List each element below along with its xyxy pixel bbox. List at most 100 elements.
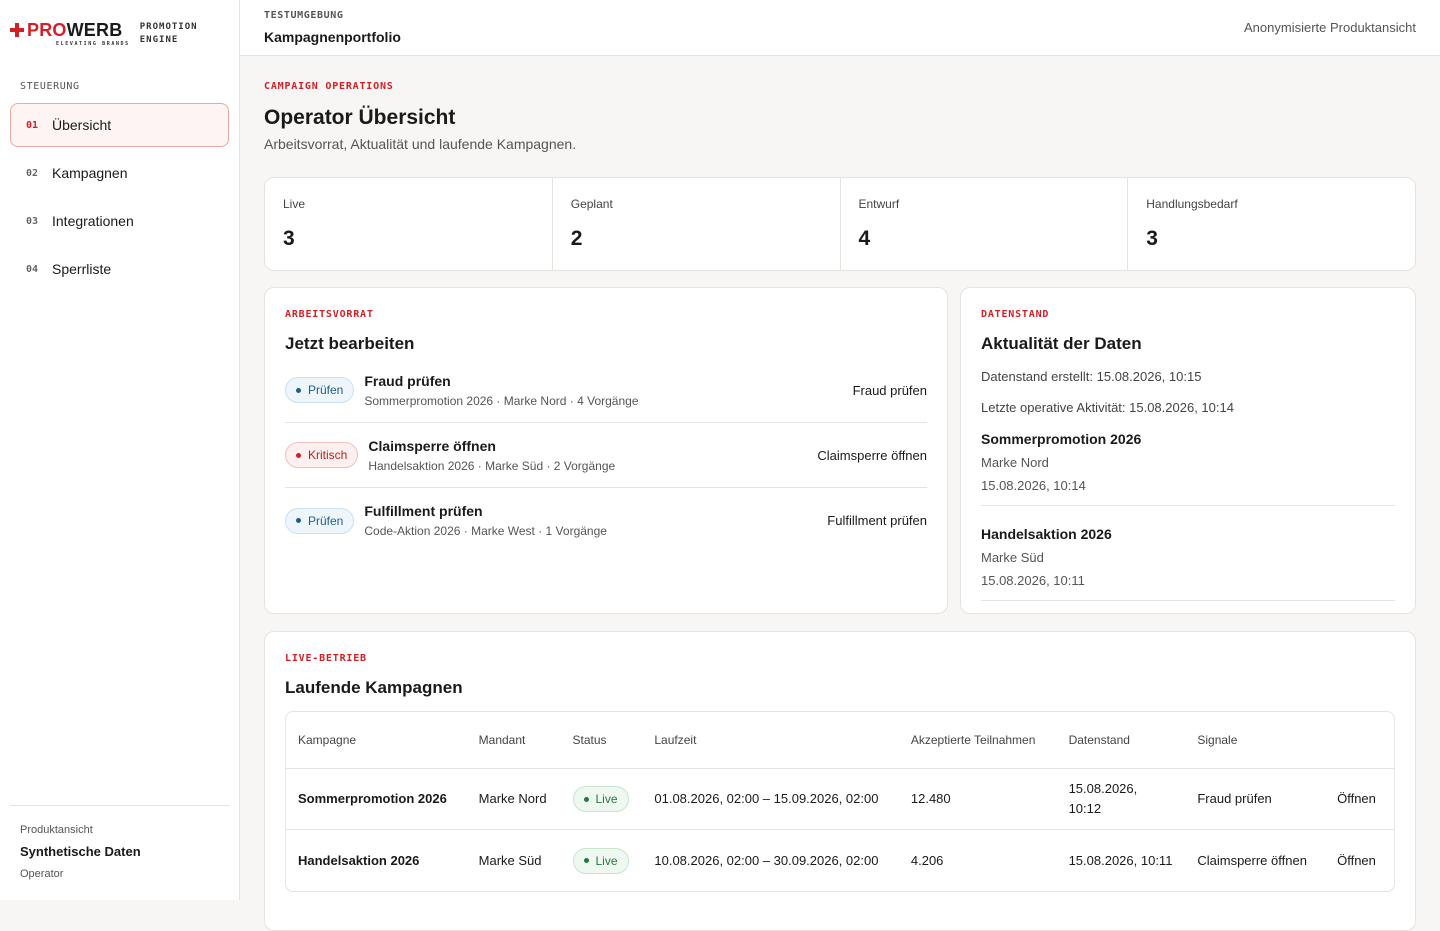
freshness-title: Aktualität der Daten — [981, 334, 1142, 353]
work-item: Kritisch Claimsperre öffnen Handelsaktio… — [285, 423, 927, 488]
data-freshness-card: DATENSTAND Aktualität der Daten Datensta… — [960, 287, 1416, 614]
sidebar-item-integrationen[interactable]: 03 Integrationen — [10, 199, 229, 243]
page-header: CAMPAIGN OPERATIONS Operator Übersicht A… — [264, 81, 1416, 152]
work-queue-title: Jetzt bearbeiten — [285, 334, 415, 353]
stat-entwurf: Entwurf 4 — [841, 178, 1129, 270]
freshness-item-title: Handelsaktion 2026 — [981, 526, 1112, 542]
column-header[interactable]: Kampagne — [286, 730, 467, 750]
stat-label: Geplant — [570, 197, 613, 211]
cell-signal: Fraud prüfen — [1197, 791, 1272, 806]
stat-label: Live — [283, 197, 306, 211]
status-dot-icon — [296, 387, 301, 393]
column-header[interactable]: Signale — [1185, 730, 1325, 750]
stat-geplant: Geplant 2 — [553, 178, 841, 270]
work-item-meta: Sommerpromotion 2026 · Marke Nord · 4 Vo… — [364, 393, 639, 408]
sidebar-item-kampagnen[interactable]: 02 Kampagnen — [10, 151, 229, 195]
page-subtitle: Arbeitsvorrat, Aktualität und laufende K… — [264, 136, 577, 152]
live-campaigns-card: LIVE-BETRIEB Laufende Kampagnen Kampagne… — [264, 631, 1416, 931]
stat-live: Live 3 — [265, 178, 553, 270]
sidebar-item-label: Übersicht — [52, 117, 112, 133]
sidebar-footer: Produktansicht Synthetische Daten Operat… — [10, 805, 229, 880]
open-link[interactable]: Öffnen — [1325, 789, 1394, 809]
stat-handlungsbedarf: Handlungsbedarf 3 — [1128, 178, 1415, 270]
brand-tagline: ELEVATING BRANDS — [56, 41, 130, 47]
brand-name-werb: WERB — [66, 20, 123, 40]
column-header[interactable]: Datenstand — [1057, 730, 1186, 750]
nav-section-title: STEUERUNG — [20, 81, 80, 92]
status-badge: Prüfen — [285, 507, 355, 534]
sidebar-item-label: Sperrliste — [52, 261, 112, 277]
open-link[interactable]: Öffnen — [1325, 851, 1394, 871]
work-item-action-link[interactable]: Claimsperre öffnen — [817, 448, 927, 463]
live-eyebrow: LIVE-BETRIEB — [285, 653, 367, 664]
cell-accepted: 12.480 — [910, 791, 951, 806]
freshness-item-title: Sommerpromotion 2026 — [981, 431, 1142, 447]
freshness-item-brand: Marke Nord — [981, 455, 1049, 470]
column-header[interactable]: Akzeptierte Teilnahmen — [899, 730, 1057, 750]
cell-period: 01.08.2026, 02:00 – 15.09.2026, 02:00 — [654, 791, 879, 806]
freshness-list: Sommerpromotion 2026 Marke Nord 15.08.20… — [981, 431, 1395, 621]
status-dot-icon — [583, 858, 589, 863]
brand-logo[interactable]: PROWERB ELEVATING BRANDS PROMOTION ENGIN… — [10, 20, 198, 47]
table-row[interactable]: Handelsaktion 2026 Marke Süd Live 10.08.… — [286, 830, 1394, 891]
cell-client: Marke Nord — [478, 791, 547, 806]
status-badge-label: Prüfen — [308, 383, 344, 397]
freshness-last-activity: Letzte operative Aktivität: 15.08.2026, … — [981, 400, 1234, 415]
cell-status: Live — [561, 786, 643, 812]
work-queue-card: ARBEITSVORRAT Jetzt bearbeiten Prüfen Fr… — [264, 287, 948, 614]
brand-engine-line-1: PROMOTION — [139, 22, 198, 32]
column-header[interactable]: Laufzeit — [642, 730, 899, 750]
freshness-created: Datenstand erstellt: 15.08.2026, 10:15 — [981, 369, 1202, 384]
sidebar-item-label: Kampagnen — [52, 165, 128, 181]
cell-accepted: 4.206 — [910, 852, 944, 868]
sidebar-item-number: 03 — [26, 215, 39, 227]
table-row[interactable]: Sommerpromotion 2026 Marke Nord Live 01.… — [286, 769, 1394, 830]
cell-campaign: Sommerpromotion 2026 — [298, 791, 447, 806]
stat-label: Entwurf — [858, 197, 900, 211]
column-header[interactable]: Mandant — [467, 730, 561, 750]
brand-name-pro: PRO — [27, 20, 67, 40]
freshness-item-date: 15.08.2026, 10:11 — [981, 573, 1085, 588]
work-item-action-link[interactable]: Fulfillment prüfen — [827, 513, 927, 528]
status-dot-icon — [296, 518, 301, 523]
cell-status: Live — [561, 847, 643, 874]
status-dot-icon — [583, 796, 589, 802]
cell-signal: Claimsperre öffnen — [1197, 852, 1307, 868]
work-queue-eyebrow: ARBEITSVORRAT — [285, 309, 374, 320]
status-badge-label: Prüfen — [308, 513, 344, 528]
cell-campaign: Handelsaktion 2026 — [298, 852, 420, 868]
sidebar-item-uebersicht[interactable]: 01 Übersicht — [10, 103, 229, 147]
work-item-title: Fraud prüfen — [364, 372, 451, 389]
work-item-title: Claimsperre öffnen — [368, 437, 496, 454]
sidebar-item-number: 02 — [26, 167, 39, 179]
sidebar-item-label: Integrationen — [52, 213, 134, 229]
work-item-action-link[interactable]: Fraud prüfen — [853, 383, 927, 398]
topbar: TESTUMGEBUNG Kampagnenportfolio Anonymis… — [240, 0, 1440, 56]
freshness-item-date: 15.08.2026, 10:14 — [981, 478, 1086, 493]
sidebar: PROWERB ELEVATING BRANDS PROMOTION ENGIN… — [0, 0, 240, 900]
status-badge-label: Live — [595, 792, 618, 806]
view-mode-label: Anonymisierte Produktansicht — [1244, 20, 1416, 35]
work-item: Prüfen Fulfillment prüfen Code-Aktion 20… — [285, 488, 927, 553]
status-badge-label: Kritisch — [308, 448, 348, 462]
freshness-item: Sommerpromotion 2026 Marke Nord 15.08.20… — [981, 431, 1395, 506]
sidebar-item-number: 01 — [26, 119, 39, 131]
work-item: Prüfen Fraud prüfen Sommerpromotion 2026… — [285, 358, 927, 423]
work-item-title: Fulfillment prüfen — [364, 503, 483, 519]
cell-period: 10.08.2026, 02:00 – 30.09.2026, 02:00 — [654, 852, 879, 868]
brand-engine-line-2: ENGINE — [139, 35, 179, 45]
work-item-text: Claimsperre öffnen Handelsaktion 2026 · … — [368, 438, 817, 473]
freshness-item-brand: Marke Süd — [981, 550, 1044, 565]
product-view-value: Synthetische Daten — [20, 844, 141, 859]
work-queue-list: Prüfen Fraud prüfen Sommerpromotion 2026… — [285, 358, 927, 553]
sidebar-item-sperrliste[interactable]: 04 Sperrliste — [10, 247, 229, 291]
table-header-row: Kampagne Mandant Status Laufzeit Akzepti… — [286, 712, 1394, 769]
freshness-eyebrow: DATENSTAND — [981, 309, 1050, 320]
environment-label: TESTUMGEBUNG — [264, 10, 344, 21]
cell-data-date: 15.08.2026, 10:12 — [1068, 781, 1138, 816]
status-dot-icon — [296, 452, 301, 458]
column-header[interactable]: Status — [561, 730, 643, 750]
work-item-text: Fraud prüfen Sommerpromotion 2026 · Mark… — [364, 373, 852, 408]
cell-client: Marke Süd — [478, 852, 542, 868]
product-view-label: Produktansicht — [20, 824, 93, 836]
